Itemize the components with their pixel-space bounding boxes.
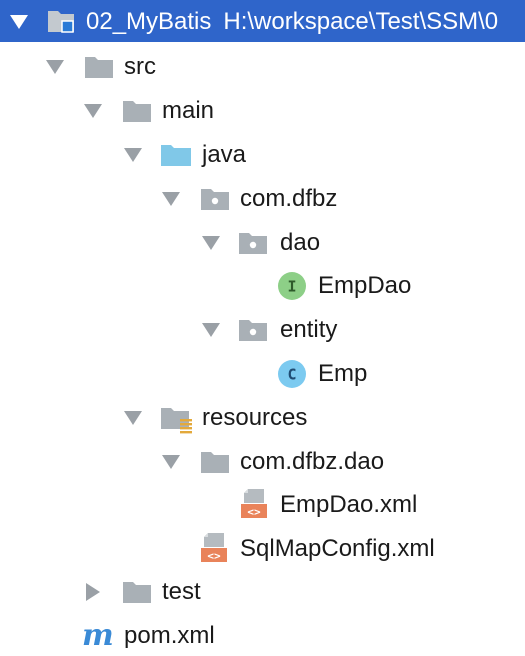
- tree-row-empdao-xml[interactable]: <> EmpDao.xml: [0, 483, 525, 527]
- tree-row-test[interactable]: test: [0, 570, 525, 614]
- project-tree: 02_MyBatis H:\workspace\Test\SSM\0 src ma…: [0, 0, 525, 656]
- xml-badge-text: <>: [247, 506, 261, 519]
- tree-row-src[interactable]: src: [0, 45, 525, 89]
- module-name: 02_MyBatis: [86, 8, 212, 35]
- tree-row-entity[interactable]: entity: [0, 308, 525, 352]
- tree-node-label: src: [124, 53, 156, 80]
- collapse-arrow-icon[interactable]: [82, 101, 104, 121]
- tree-node-label: SqlMapConfig.xml: [240, 535, 435, 562]
- tree-node-label: entity: [280, 316, 338, 343]
- tree-node-label: pom.xml: [124, 622, 215, 649]
- tree-row-root[interactable]: 02_MyBatis H:\workspace\Test\SSM\0: [0, 0, 525, 42]
- tree-row-com-dfbz[interactable]: com.dfbz: [0, 177, 525, 221]
- tree-row-com-dfbz-dao[interactable]: com.dfbz.dao: [0, 440, 525, 484]
- folder-icon: [200, 447, 230, 477]
- expand-arrow-icon[interactable]: [82, 582, 104, 602]
- tree-node-label: com.dfbz.dao: [240, 448, 385, 475]
- tree-node-label: dao: [280, 229, 321, 256]
- tree-node-label: main: [162, 97, 215, 124]
- resources-folder-icon: [160, 403, 192, 434]
- xml-badge-text: <>: [207, 550, 221, 563]
- tree-node-label: resources: [202, 404, 308, 431]
- collapse-arrow-icon[interactable]: [200, 320, 222, 340]
- tree-row-dao[interactable]: dao: [0, 221, 525, 265]
- collapse-arrow-icon[interactable]: [160, 452, 182, 472]
- tree-node-label: Emp: [318, 360, 368, 387]
- folder-icon: [122, 96, 152, 126]
- tree-node-label: EmpDao.xml: [280, 491, 418, 518]
- tree-row-resources[interactable]: resources: [0, 396, 525, 440]
- collapse-arrow-icon[interactable]: [122, 145, 144, 165]
- interface-badge-letter: I: [287, 278, 296, 296]
- collapse-arrow-icon[interactable]: [200, 233, 222, 253]
- maven-icon: m: [80, 618, 120, 653]
- xml-file-icon: <>: [238, 487, 268, 519]
- tree-row-sqlmapconfig-xml[interactable]: <> SqlMapConfig.xml: [0, 527, 525, 571]
- collapse-arrow-icon[interactable]: [8, 12, 30, 32]
- root-label: 02_MyBatis H:\workspace\Test\SSM\0: [86, 8, 498, 36]
- tree-node-label: test: [162, 578, 201, 605]
- module-icon: [46, 6, 76, 36]
- tree-row-emp[interactable]: C Emp: [0, 352, 525, 396]
- collapse-arrow-icon[interactable]: [122, 408, 144, 428]
- tree-node-label: com.dfbz: [240, 185, 338, 212]
- maven-badge-letter: m: [82, 618, 114, 652]
- collapse-arrow-icon[interactable]: [160, 189, 182, 209]
- package-icon: [200, 184, 230, 214]
- source-folder-icon: [160, 140, 191, 170]
- folder-icon: [122, 577, 152, 607]
- tree-row-java[interactable]: java: [0, 133, 525, 177]
- tree-node-label: EmpDao: [318, 272, 412, 299]
- folder-icon: [84, 52, 114, 82]
- module-path: H:\workspace\Test\SSM\0: [223, 8, 499, 35]
- interface-icon: I: [277, 271, 307, 301]
- tree-row-pom-xml[interactable]: m pom.xml: [0, 614, 525, 656]
- collapse-arrow-icon[interactable]: [44, 57, 66, 77]
- tree-row-main[interactable]: main: [0, 89, 525, 133]
- class-badge-letter: C: [287, 366, 296, 384]
- tree-node-label: java: [202, 141, 247, 168]
- xml-file-icon: <>: [198, 531, 228, 563]
- package-icon: [238, 315, 268, 345]
- class-icon: C: [277, 359, 307, 389]
- tree-row-empdao[interactable]: I EmpDao: [0, 264, 525, 308]
- package-icon: [238, 228, 268, 258]
